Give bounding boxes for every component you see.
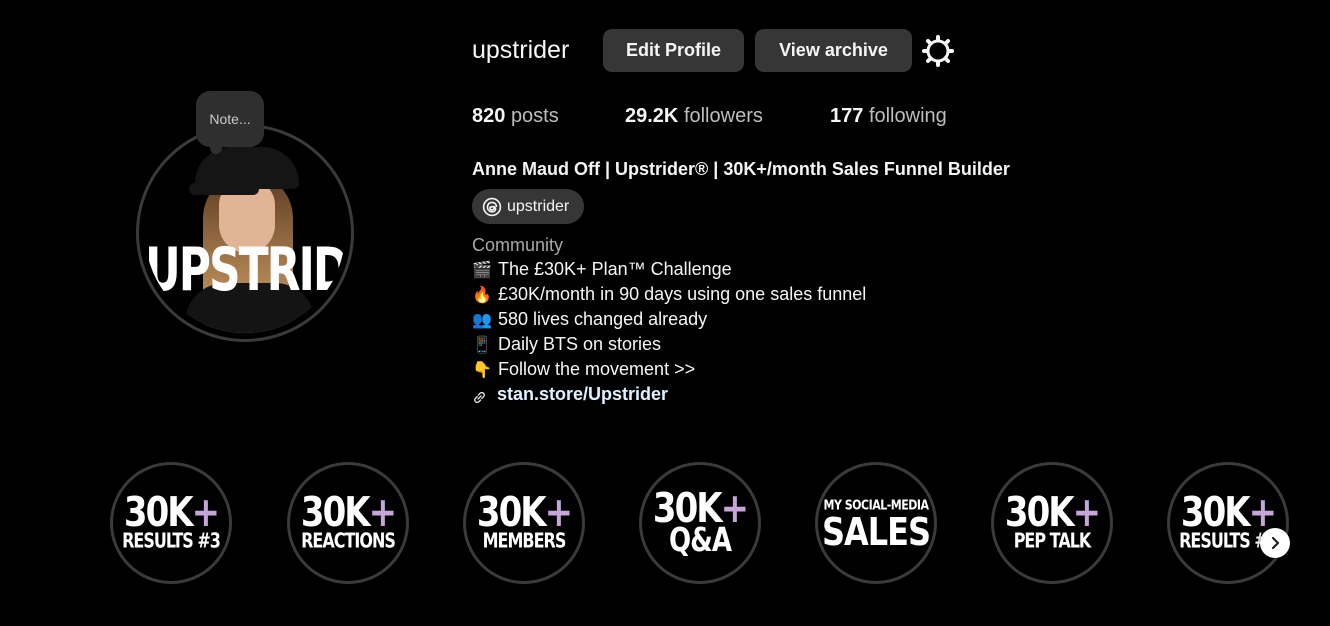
highlight-label: Q&A [669,521,732,560]
highlight-cover: 30K+ PEP TALK [999,470,1105,576]
highlight-cover: MY SOCIAL-MEDIA SALES [821,470,931,576]
bio-link[interactable]: stan.store/Upstrider [472,382,866,406]
note-bubble[interactable]: Note... [196,91,264,154]
highlight-cover: 30K+ Q&A [647,470,753,576]
profile-avatar[interactable]: UPSTRIDER [136,124,354,342]
highlight-label: REACTIONS [301,528,396,552]
highlight-members[interactable]: 30K+ MEMBERS [463,462,585,584]
profile-page: Note... UPSTRIDER upstrider Edit Profile… [0,0,1330,626]
bio-line-text: Daily BTS on stories [498,334,662,354]
bio-line-text: 580 lives changed already [498,309,708,329]
category-label: Community [472,235,564,255]
posts-stat: 820 posts [472,105,559,128]
highlight-title: 30K+ [477,492,573,533]
highlight-label: PEP TALK [1013,528,1092,552]
username: upstrider [472,36,570,64]
bio-line-text: £30K/month in 90 days using one sales fu… [498,284,867,304]
bio-line: 👥 580 lives changed already [472,307,866,332]
avatar-image: UPSTRIDER [145,133,345,333]
bio-line-text: The £30K+ Plan™ Challenge [498,259,732,279]
following-stat[interactable]: 177 following [830,105,947,128]
avatar-brand-text: UPSTRIDER [145,236,345,305]
followers-label: followers [683,105,763,127]
fire-icon: 🔥 [472,285,492,304]
highlight-label: MEMBERS [482,528,567,552]
highlight-pep-talk[interactable]: 30K+ PEP TALK [991,462,1113,584]
bio: Community 🎬 The £30K+ Plan™ Challenge 🔥 £3… [472,233,866,406]
avatar-cap [189,147,299,195]
highlight-title: 30K+ [1005,492,1101,533]
clapper-icon: 🎬 [472,260,492,279]
gear-icon[interactable] [921,34,955,68]
threads-icon [482,197,502,217]
bio-line: 🔥 £30K/month in 90 days using one sales f… [472,282,866,307]
highlight-cover: 30K+ RESULTS #3 [118,470,224,576]
bio-link-text[interactable]: stan.store/Upstrider [497,382,668,406]
posts-label: posts [510,105,559,127]
edit-profile-button[interactable]: Edit Profile [603,29,744,72]
highlight-cover: 30K+ RESULTS #2 [1175,470,1281,576]
threads-handle: upstrider [507,197,570,215]
phone-icon: 📱 [472,335,492,354]
threads-badge[interactable]: upstrider [472,189,584,224]
following-label: following [868,105,947,127]
highlight-label: SALES [821,508,931,555]
bio-line: 📱 Daily BTS on stories [472,332,866,357]
followers-stat[interactable]: 29.2K followers [625,105,763,128]
following-count: 177 [830,105,864,127]
highlight-results-2[interactable]: 30K+ RESULTS #2 [1167,462,1289,584]
highlight-reactions[interactable]: 30K+ REACTIONS [287,462,409,584]
people-icon: 👥 [472,310,492,329]
highlight-title: 30K+ [1181,492,1277,533]
bio-line: 👇 Follow the movement >> [472,357,866,382]
view-archive-button[interactable]: View archive [755,29,912,72]
full-name: Anne Maud Off | Upstrider® | 30K+/month … [472,159,1010,179]
highlight-sales[interactable]: MY SOCIAL-MEDIA SALES [815,462,937,584]
link-icon [472,387,487,403]
highlight-results-3[interactable]: 30K+ RESULTS #3 [110,462,232,584]
highlight-cover: 30K+ MEMBERS [471,470,577,576]
bio-line: 🎬 The £30K+ Plan™ Challenge [472,257,866,282]
bio-line-text: Follow the movement >> [498,359,696,379]
chevron-right-icon[interactable] [1260,528,1290,558]
highlight-title: 30K+ [301,492,397,533]
highlight-qa[interactable]: 30K+ Q&A [639,462,761,584]
highlight-label: RESULTS #3 [122,528,221,552]
pointing-down-icon: 👇 [472,360,492,379]
note-placeholder: Note... [209,111,251,127]
followers-count: 29.2K [625,105,679,127]
highlight-cover: 30K+ REACTIONS [295,470,401,576]
highlight-title: 30K+ [124,492,220,533]
posts-count: 820 [472,105,506,127]
